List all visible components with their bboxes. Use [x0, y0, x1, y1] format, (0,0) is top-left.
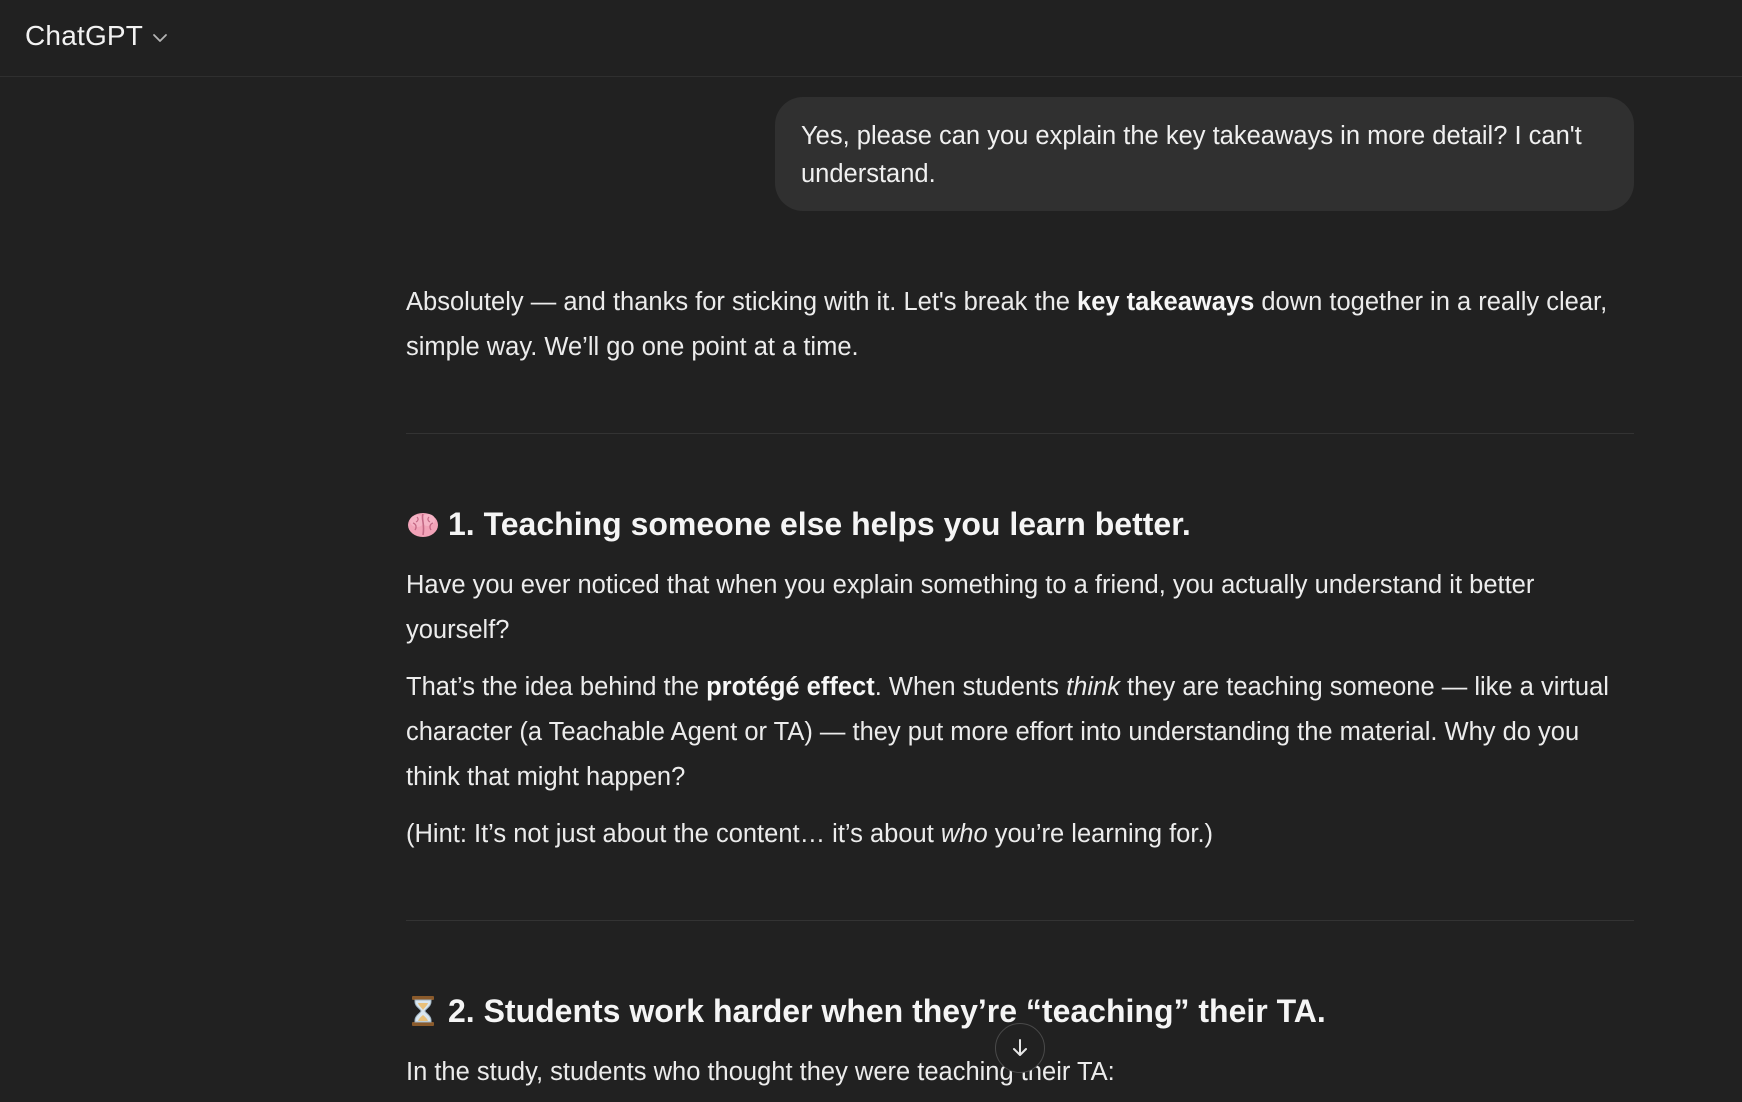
user-message-text: Yes, please can you explain the key take…	[801, 122, 1582, 188]
section-1-paragraph-2: That’s the idea behind the protégé effec…	[406, 665, 1634, 800]
divider	[406, 920, 1634, 921]
user-message-bubble: Yes, please can you explain the key take…	[775, 97, 1634, 211]
p2-italic: think	[1066, 673, 1120, 701]
p3-italic: who	[940, 820, 988, 848]
section-1-title: 1. Teaching someone else helps you learn…	[448, 506, 1191, 542]
section-2-title: 2. Students work harder when they’re “te…	[448, 993, 1326, 1029]
p2-bold: protégé effect	[706, 673, 875, 701]
brain-icon	[408, 513, 438, 537]
divider	[406, 433, 1634, 434]
arrow-down-icon	[1013, 1039, 1027, 1056]
p3-text-a: (Hint: It’s not just about the content… …	[406, 820, 941, 848]
model-switcher-button[interactable]: ChatGPT	[25, 16, 169, 56]
hourglass-icon	[412, 996, 434, 1026]
top-bar: ChatGPT	[0, 0, 1742, 77]
section-1-paragraph-3: (Hint: It’s not just about the content… …	[406, 812, 1634, 857]
scroll-to-bottom-button[interactable]	[995, 1023, 1045, 1073]
p2-text-a: That’s the idea behind the	[406, 673, 707, 701]
intro-bold: key takeaways	[1077, 288, 1255, 316]
assistant-intro: Absolutely — and thanks for sticking wit…	[406, 280, 1634, 370]
p3-text-b: you’re learning for.)	[987, 820, 1214, 848]
intro-text-1: Absolutely — and thanks for sticking wit…	[406, 288, 1078, 316]
model-name: ChatGPT	[25, 20, 144, 51]
chevron-down-icon	[153, 34, 168, 42]
section-1-paragraph-1: Have you ever noticed that when you expl…	[406, 571, 1535, 644]
section-1-heading: 1. Teaching someone else helps you learn…	[406, 502, 1634, 546]
p2-text-b: . When students	[874, 673, 1067, 701]
